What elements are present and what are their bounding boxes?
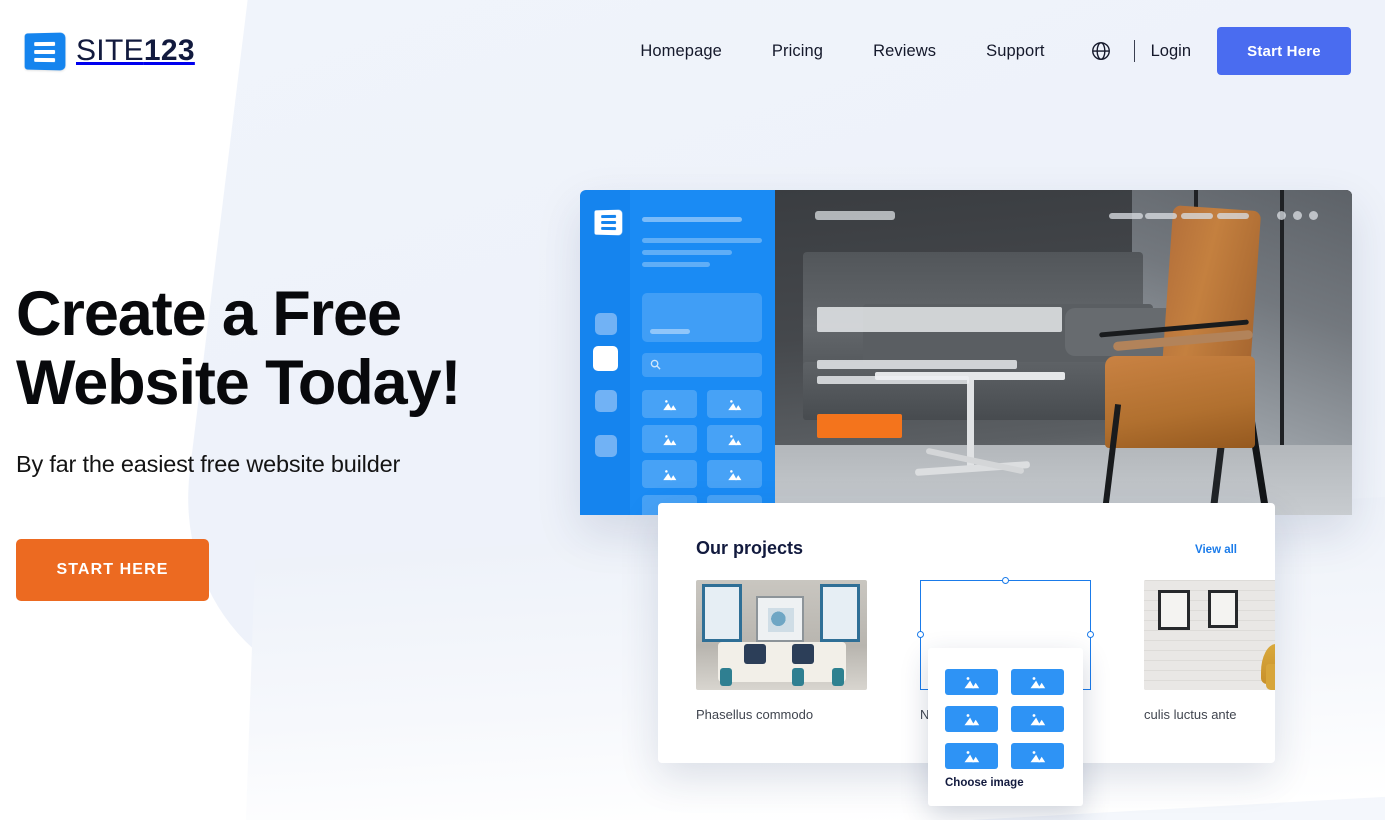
search-icon [650,359,661,370]
project-thumbnail[interactable] [696,580,867,690]
panel-image-tile-5[interactable] [642,460,697,488]
preview-dot-1 [1277,211,1286,220]
preview-cta-placeholder[interactable] [817,414,902,438]
panel-preview-box[interactable] [642,293,762,342]
hero-title-line-1: Create a Free [16,279,402,349]
nav-item-support[interactable]: Support [961,42,1070,61]
hero-title-line-2: Website Today! [16,348,461,418]
globe-icon[interactable] [1090,40,1112,62]
rail-item-3[interactable] [595,390,617,412]
choose-image-tile-1[interactable] [945,669,998,695]
nav-divider [1133,40,1135,62]
panel-preview-label [650,329,690,334]
preview-top-navbar [775,190,1352,240]
preview-text-placeholder-1 [817,360,1017,369]
preview-nav-placeholder-4[interactable] [1217,213,1249,219]
mockup-icon-rail [580,190,630,515]
leather-armchair [1095,205,1270,505]
choose-image-popup: Choose image [928,648,1083,806]
resize-handle-right[interactable] [1087,631,1094,638]
choose-image-tile-3[interactable] [945,706,998,732]
preview-dot-3 [1309,211,1318,220]
living-room-photo [696,580,867,690]
start-here-hero-button[interactable]: START HERE [16,539,209,601]
rail-item-4[interactable] [595,435,617,457]
logo-text-bold: 123 [143,34,195,67]
project-caption: Phasellus commodo [696,707,814,722]
rail-item-1[interactable] [595,313,617,335]
panel-search-input[interactable] [642,353,762,377]
hamburger-logo-icon [24,31,66,71]
choose-image-tile-6[interactable] [1011,743,1064,769]
choose-image-tile-2[interactable] [1011,669,1064,695]
preview-nav-placeholder-1[interactable] [1109,213,1143,219]
main-nav: Homepage Pricing Reviews Support Login S… [615,27,1385,75]
project-thumbnail[interactable] [1144,580,1275,690]
rail-item-2-active[interactable] [593,346,618,371]
panel-heading-placeholder [642,217,742,222]
nav-item-homepage[interactable]: Homepage [615,42,747,61]
project-item[interactable]: culis luctus ante [1144,580,1275,722]
preview-logo-placeholder [815,211,895,220]
panel-image-tile-1[interactable] [642,390,697,418]
resize-handle-top[interactable] [1001,577,1009,584]
panel-image-tile-2[interactable] [707,390,762,418]
resize-handle-left[interactable] [917,631,924,638]
mockup-preview-photo [775,190,1352,515]
mockup-logo-icon [594,209,623,236]
login-link[interactable]: Login [1151,42,1191,61]
projects-title: Our projects [696,538,804,558]
choose-image-tile-5[interactable] [945,743,998,769]
panel-line-3 [642,262,710,267]
hero-copy: Create a Free Website Today! By far the … [16,279,461,601]
brick-wall-photo [1144,580,1275,690]
panel-line-2 [642,250,732,255]
site-header: SITE123 Homepage Pricing Reviews Support… [0,0,1385,102]
choose-image-tile-4[interactable] [1011,706,1064,732]
preview-heading-placeholder [817,307,1062,332]
start-here-header-button[interactable]: Start Here [1217,27,1351,75]
panel-image-tile-6[interactable] [707,460,762,488]
logo-text: SITE123 [76,34,195,68]
preview-nav-placeholder-2[interactable] [1145,213,1177,219]
builder-mockup [580,190,1352,515]
choose-image-grid [945,669,1064,769]
logo[interactable]: SITE123 [24,31,195,71]
panel-image-tile-4[interactable] [707,425,762,453]
page-title: Create a Free Website Today! [16,279,461,418]
nav-item-pricing[interactable]: Pricing [747,42,848,61]
panel-image-tile-3[interactable] [642,425,697,453]
landing-page: SITE123 Homepage Pricing Reviews Support… [0,0,1385,820]
logo-text-light: SITE [76,34,144,67]
choose-image-label: Choose image [945,777,1024,789]
panel-line-1 [642,238,762,243]
hero-subtitle: By far the easiest free website builder [16,451,401,477]
project-caption: culis luctus ante [1144,707,1237,722]
preview-nav-placeholder-3[interactable] [1181,213,1213,219]
project-item[interactable]: Phasellus commodo [696,580,867,722]
preview-dot-2 [1293,211,1302,220]
view-all-link[interactable]: View all [1195,544,1237,556]
mockup-settings-panel [630,190,775,515]
preview-text-placeholder-2 [817,376,969,384]
nav-item-reviews[interactable]: Reviews [848,42,961,61]
